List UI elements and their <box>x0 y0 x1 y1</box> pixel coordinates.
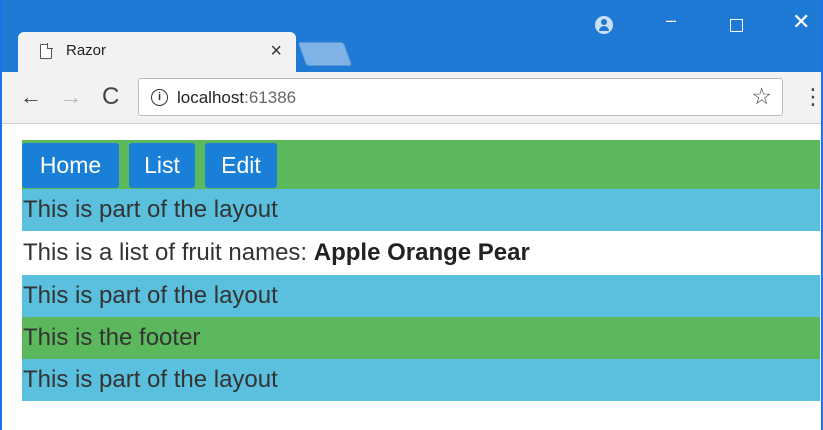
fruit-list-prefix: This is a list of fruit names: <box>23 239 308 266</box>
browser-toolbar: ← → C i localhost:61386 ☆ ⋮ <box>2 72 823 124</box>
new-tab-button[interactable] <box>297 42 353 66</box>
forward-icon[interactable]: → <box>60 84 82 110</box>
nav-list-button[interactable]: List <box>129 143 195 188</box>
fruit-names: Apple Orange Pear <box>313 239 530 266</box>
layout-row-1: This is part of the layout <box>22 189 820 231</box>
close-icon[interactable]: ✕ <box>792 11 810 33</box>
title-bar: Razor × – ✕ <box>2 0 821 72</box>
profile-icon[interactable] <box>595 16 613 34</box>
nav-edit-button[interactable]: Edit <box>205 143 277 188</box>
tab-title: Razor <box>66 42 107 59</box>
nav-home-button[interactable]: Home <box>22 143 119 188</box>
layout-row-3: This is part of the layout <box>22 359 820 401</box>
nav-bar: Home List Edit <box>22 140 820 189</box>
fruit-list-row: This is a list of fruit names: Apple Ora… <box>22 231 820 275</box>
tab-close-icon[interactable]: × <box>270 39 282 63</box>
url-text[interactable]: localhost:61386 <box>177 88 296 108</box>
url-port: :61386 <box>244 88 297 107</box>
footer-row: This is the footer <box>22 317 820 359</box>
reload-icon[interactable]: C <box>102 84 119 110</box>
minimize-icon[interactable]: – <box>666 10 676 30</box>
info-icon[interactable]: i <box>151 89 168 106</box>
maximize-icon[interactable] <box>730 19 743 32</box>
page-content: Home List Edit This is part of the layou… <box>22 140 820 401</box>
url-host: localhost <box>177 88 245 107</box>
menu-icon[interactable]: ⋮ <box>802 86 823 108</box>
browser-window: Razor × – ✕ ← → C i localhost:61386 ☆ ⋮ … <box>0 0 823 430</box>
browser-tab[interactable]: Razor × <box>18 32 296 72</box>
layout-row-2: This is part of the layout <box>22 275 820 317</box>
address-bar[interactable]: i localhost:61386 ☆ <box>138 78 783 116</box>
bookmark-star-icon[interactable]: ☆ <box>751 83 772 110</box>
back-icon[interactable]: ← <box>20 84 42 110</box>
page-icon <box>40 43 53 59</box>
